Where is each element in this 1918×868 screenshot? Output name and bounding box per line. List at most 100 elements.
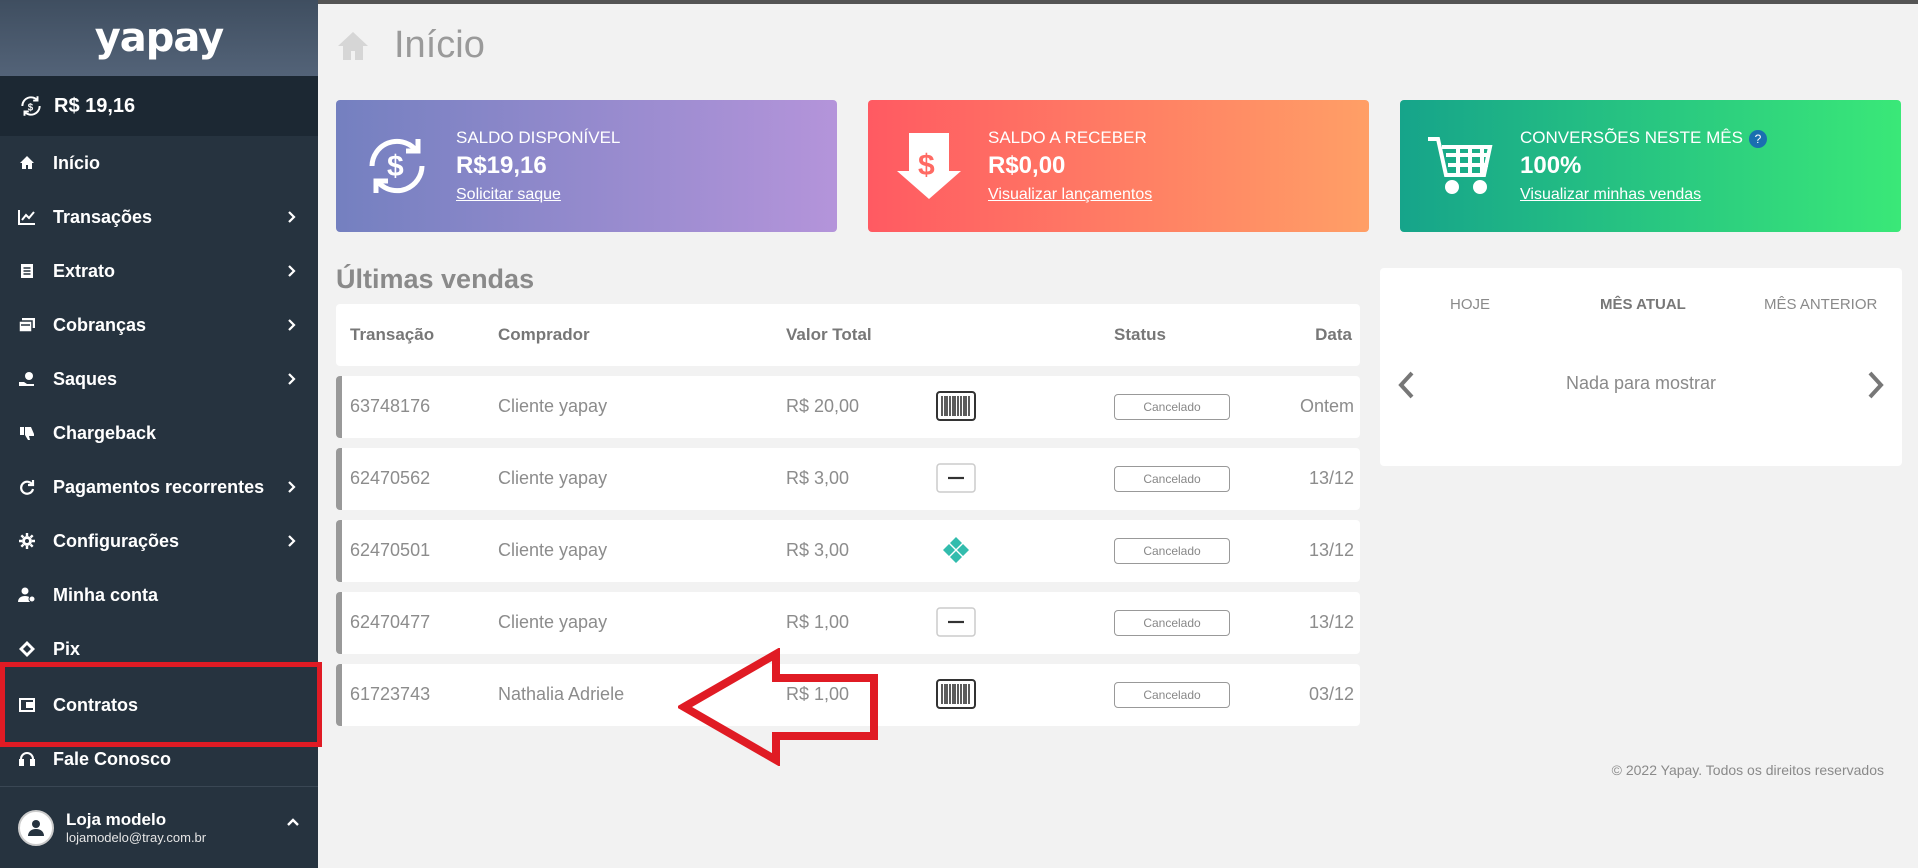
footer-copyright: © 2022 Yapay. Todos os direitos reservad… xyxy=(1611,762,1884,778)
sidebar-item-label: Saques xyxy=(53,368,118,389)
chevron-right-icon xyxy=(288,373,296,385)
sidebar-item-chargeback[interactable]: Chargeback xyxy=(0,406,318,460)
row-id: 62470477 xyxy=(350,612,431,632)
row-total: R$ 3,00 xyxy=(786,468,850,488)
hand-money-icon xyxy=(18,370,36,388)
status-badge: Cancelado xyxy=(1114,466,1230,492)
row-buyer: Cliente yapay xyxy=(498,396,608,416)
empty-message: Nada para mostrar xyxy=(1565,373,1717,393)
invoices-icon xyxy=(18,316,36,334)
row-buyer: Cliente yapay xyxy=(498,612,608,632)
row-total: R$ 3,00 xyxy=(786,540,850,560)
main-content: Início $ SALDO DISPONÍVEL R$19,16 Solici… xyxy=(318,0,1918,868)
row-total: R$ 1,00 xyxy=(786,612,850,632)
card-value: R$0,00 xyxy=(988,152,1066,179)
status-badge: Cancelado xyxy=(1114,538,1230,564)
svg-text:$: $ xyxy=(918,149,935,182)
visualizar-lancamentos-link[interactable]: Visualizar lançamentos xyxy=(988,186,1152,203)
sidebar-item-label: Minha conta xyxy=(53,584,159,605)
chevron-up-icon[interactable] xyxy=(286,815,300,829)
pix-icon xyxy=(18,640,36,658)
row-id: 63748176 xyxy=(350,396,431,416)
sidebar-item-minha-conta[interactable]: Minha conta xyxy=(0,568,318,622)
table-row[interactable]: 62470477 Cliente yapay R$ 1,00 Cancelado… xyxy=(336,592,1360,654)
sidebar-item-extrato[interactable]: Extrato xyxy=(0,244,318,298)
sidebar-item-contratos[interactable]: Contratos xyxy=(0,678,318,732)
money-refresh-icon: $ xyxy=(21,96,41,116)
svg-text:$: $ xyxy=(28,102,34,113)
row-date: 13/12 xyxy=(1308,612,1354,632)
svg-text:$: $ xyxy=(387,150,404,183)
top-border xyxy=(318,0,1918,4)
dollar-download-icon: $ xyxy=(897,133,961,199)
chevron-right-icon xyxy=(288,319,296,331)
col-status[interactable]: Status xyxy=(1114,325,1166,345)
shopping-cart-icon xyxy=(1428,137,1493,194)
card-value: R$19,16 xyxy=(456,152,547,179)
table-row[interactable]: 62470501 Cliente yapay R$ 3,00 Cancelado… xyxy=(336,520,1360,582)
card-icon xyxy=(936,463,976,493)
col-transacao[interactable]: Transação xyxy=(350,325,434,345)
period-panel: HOJE MÊS ATUAL MÊS ANTERIOR Nada para mo… xyxy=(1380,268,1902,466)
sidebar-item-label: Extrato xyxy=(53,260,116,281)
gear-icon xyxy=(18,532,36,550)
row-date: 13/12 xyxy=(1308,540,1354,560)
sidebar-item-pix[interactable]: Pix xyxy=(0,622,318,676)
sidebar-item-pagamentos-recorrentes[interactable]: Pagamentos recorrentes xyxy=(0,460,318,514)
user-settings-icon xyxy=(18,586,36,604)
row-buyer: Cliente yapay xyxy=(498,540,608,560)
user-email: lojamodelo@tray.com.br xyxy=(66,830,207,845)
col-data[interactable]: Data xyxy=(1315,325,1352,345)
card-saldo-a-receber: $ SALDO A RECEBER R$0,00 Visualizar lanç… xyxy=(868,100,1369,232)
tab-mes-anterior[interactable]: MÊS ANTERIOR xyxy=(1764,296,1877,313)
chevron-right-icon[interactable] xyxy=(1864,370,1886,400)
table-header: Transação Comprador Valor Total Status D… xyxy=(336,304,1360,366)
card-label: CONVERSÕES NESTE MÊS? xyxy=(1520,128,1767,148)
user-icon xyxy=(28,819,44,836)
boleto-icon xyxy=(936,679,976,709)
page-title: Início xyxy=(394,24,485,66)
sidebar-item-label: Fale Conosco xyxy=(53,748,172,769)
sidebar-item-configuracoes[interactable]: Configurações xyxy=(0,514,318,568)
sidebar-nav: Início Transações Extrato Cobranças Saqu… xyxy=(0,136,318,786)
row-id: 61723743 xyxy=(350,684,431,704)
row-date: 03/12 xyxy=(1308,684,1354,704)
tab-mes-atual[interactable]: MÊS ATUAL xyxy=(1600,296,1686,313)
annotation-arrow xyxy=(678,648,878,766)
user-menu[interactable]: Loja modelo lojamodelo@tray.com.br xyxy=(0,786,318,868)
sidebar-item-saques[interactable]: Saques xyxy=(0,352,318,406)
row-buyer: Nathalia Adriele xyxy=(498,684,625,704)
sidebar-item-label: Transações xyxy=(53,206,153,227)
sidebar-item-transacoes[interactable]: Transações xyxy=(0,190,318,244)
chevron-right-icon xyxy=(288,211,296,223)
visualizar-minhas-vendas-link[interactable]: Visualizar minhas vendas xyxy=(1520,186,1701,203)
sidebar-item-label: Configurações xyxy=(53,530,180,551)
home-icon xyxy=(338,31,368,60)
col-valor-total[interactable]: Valor Total xyxy=(786,325,872,345)
logo-area: yapay xyxy=(0,0,318,76)
sidebar-item-label: Pix xyxy=(53,638,81,659)
table-row[interactable]: 63748176 Cliente yapay R$ 20,00 Cancelad… xyxy=(336,376,1360,438)
sidebar-item-label: Pagamentos recorrentes xyxy=(53,476,265,497)
sidebar-item-inicio[interactable]: Início xyxy=(0,136,318,190)
col-comprador[interactable]: Comprador xyxy=(498,325,590,345)
sidebar-item-label: Cobranças xyxy=(53,314,147,335)
sidebar-item-fale-conosco[interactable]: Fale Conosco xyxy=(0,732,318,786)
document-icon xyxy=(18,262,36,280)
pix-icon xyxy=(936,535,976,565)
table-row[interactable]: 62470562 Cliente yapay R$ 3,00 Cancelado… xyxy=(336,448,1360,510)
status-badge: Cancelado xyxy=(1114,394,1230,420)
chevron-right-icon xyxy=(288,265,296,277)
user-name: Loja modelo xyxy=(66,810,167,829)
refresh-icon xyxy=(18,478,36,496)
tab-hoje[interactable]: HOJE xyxy=(1450,296,1490,313)
card-icon xyxy=(936,607,976,637)
row-id: 62470501 xyxy=(350,540,431,560)
help-icon[interactable]: ? xyxy=(1748,129,1767,148)
solicitar-saque-link[interactable]: Solicitar saque xyxy=(456,186,561,203)
card-saldo-disponivel: $ SALDO DISPONÍVEL R$19,16 Solicitar saq… xyxy=(336,100,837,232)
sidebar-item-cobrancas[interactable]: Cobranças xyxy=(0,298,318,352)
sidebar-item-label: Chargeback xyxy=(53,422,157,443)
yapay-logo[interactable]: yapay xyxy=(95,15,225,61)
chevron-right-icon xyxy=(288,535,296,547)
